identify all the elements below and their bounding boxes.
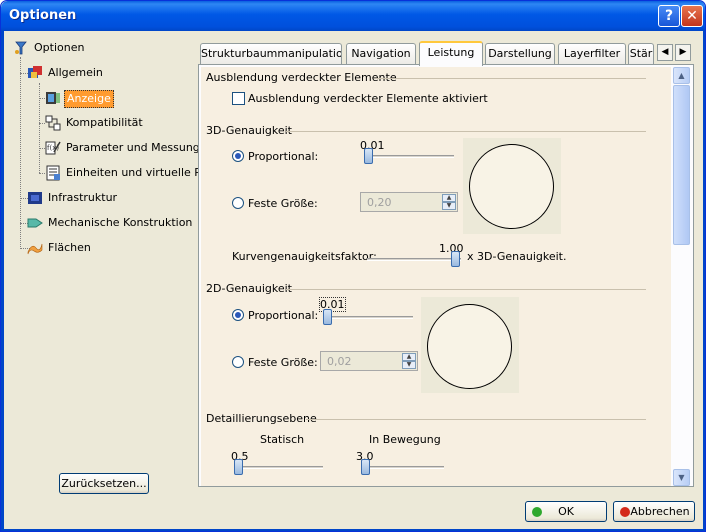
svg-text:f(x): f(x) [47,144,59,152]
ok-button[interactable]: OK [525,501,607,522]
group-separator [376,78,646,79]
group-separator [286,289,646,290]
tree-line [20,57,21,249]
surfaces-icon [27,243,43,255]
tree-item-label: Parameter und Messungen [66,141,214,154]
acc3d-proportional-slider[interactable] [364,155,454,158]
acc2d-proportional-slider-thumb[interactable] [323,309,332,325]
help-button[interactable]: ? [658,5,680,27]
scroll-up-icon[interactable]: ▲ [673,67,690,84]
cancel-button[interactable]: Abbrechen [613,501,695,522]
tree-item-label: Kompatibilität [66,116,143,129]
detail-static-label: Statisch [260,433,305,446]
hidden-elements-checkbox[interactable] [232,92,245,105]
display-icon [46,92,60,104]
acc2d-fixed-radio[interactable] [232,356,244,368]
reset-button[interactable]: Zurücksetzen... [59,473,149,494]
close-button[interactable]: ✕ [681,5,703,27]
acc2d-proportional-label: Proportional: [248,309,319,322]
options-dialog: Optionen ? ✕ Optionen Allgemein Anzeige [0,0,706,532]
window-frame-left [1,31,4,531]
acc3d-proportional-label: Proportional: [248,150,319,163]
tree-item-label: Infrastruktur [48,191,118,204]
hidden-elements-checkbox-label: Ausblendung verdeckter Elemente aktivier… [248,92,488,105]
acc3d-proportional-slider-thumb[interactable] [364,148,373,164]
tab-scroll-right-icon[interactable]: ▶ [675,44,691,61]
acc2d-preview [421,297,519,393]
acc2d-fixed-value: 0,02 [327,355,352,368]
spinner-up-icon[interactable]: ▲ [402,353,416,361]
tree-line [39,83,40,173]
tree-item-label: Flächen [48,241,91,254]
detail-static-slider-thumb[interactable] [234,459,243,475]
performance-settings: Ausblendung verdeckter Elemente Ausblend… [201,67,671,486]
units-vr-icon [46,165,60,181]
curve-factor-label: Kurvengenauigkeitsfaktor: [232,250,377,263]
acc2d-fixed-spinner[interactable]: 0,02 ▲ ▼ [320,351,418,371]
curve-factor-slider-thumb[interactable] [451,251,460,267]
group-title-hidden: Ausblendung verdeckter Elemente [206,71,397,84]
group-separator [306,419,646,420]
tab-darstellung[interactable]: Darstellung [485,43,555,64]
infrastructure-icon [28,192,42,204]
scroll-down-icon[interactable]: ▼ [673,469,690,486]
general-settings-icon [28,66,42,78]
vertical-scrollbar[interactable]: ▲ ▼ [673,67,690,486]
acc3d-fixed-value: 0,20 [367,196,392,209]
curve-factor-slider[interactable] [367,258,461,261]
acc3d-proportional-radio[interactable] [232,150,244,162]
title-bar: Optionen ? ✕ [1,1,705,31]
acc3d-fixed-radio[interactable] [232,197,244,209]
tab-leistung[interactable]: Leistung [419,41,483,66]
detail-moving-slider-thumb[interactable] [361,459,370,475]
tab-strip: Strukturbaummanipulation Navigation Leis… [198,41,691,66]
group-title-2d-accuracy: 2D-Genauigkeit [206,282,292,295]
close-icon: ✕ [686,8,698,24]
cancel-icon [620,507,630,517]
ok-icon [532,507,542,517]
acc2d-preview-circle [427,304,512,389]
tree-item-label: Mechanische Konstruktion [48,216,193,229]
tab-scroll-left-icon[interactable]: ◀ [657,44,673,61]
options-root-icon [15,41,27,55]
window-title: Optionen [9,8,77,23]
parameters-icon: f(x) [45,141,61,155]
ok-label: OK [558,505,574,518]
group-title-3d-accuracy: 3D-Genauigkeit [206,124,292,137]
acc3d-preview [463,138,561,234]
acc3d-preview-circle [469,144,554,229]
detail-moving-slider[interactable] [361,466,444,469]
spinner-down-icon[interactable]: ▼ [442,202,456,210]
detail-static-slider[interactable] [234,466,323,469]
spinner-down-icon[interactable]: ▼ [402,361,416,369]
curve-factor-suffix: x 3D-Genauigkeit. [467,250,567,263]
tree-item-label: Anzeige [64,90,114,108]
acc2d-proportional-slider[interactable] [323,316,413,319]
help-icon: ? [664,8,674,24]
scrollbar-thumb[interactable] [673,85,690,245]
compatibility-icon [45,115,61,131]
tab-panel: Ausblendung verdeckter Elemente Ausblend… [198,64,694,487]
tab-staerke[interactable]: Stär [628,43,654,64]
acc2d-fixed-label: Feste Größe: [248,356,318,369]
group-separator [286,131,646,132]
acc3d-fixed-label: Feste Größe: [248,197,318,210]
group-title-detail-level: Detaillierungsebene [206,412,317,425]
mechanical-design-icon [27,218,43,228]
tab-navigation[interactable]: Navigation [346,43,416,64]
detail-moving-label: In Bewegung [369,433,441,446]
tab-strukturbaummanipulation[interactable]: Strukturbaummanipulation [200,43,342,64]
acc2d-proportional-radio[interactable] [232,309,244,321]
spinner-up-icon[interactable]: ▲ [442,194,456,202]
tree-item-label: Allgemein [48,66,103,79]
tree-item-label: Optionen [34,41,85,54]
tab-layerfilter[interactable]: Layerfilter [558,43,626,64]
acc3d-fixed-spinner[interactable]: 0,20 ▲ ▼ [360,192,458,212]
options-tree: Optionen Allgemein Anzeige Kompatibilitä… [11,39,225,299]
